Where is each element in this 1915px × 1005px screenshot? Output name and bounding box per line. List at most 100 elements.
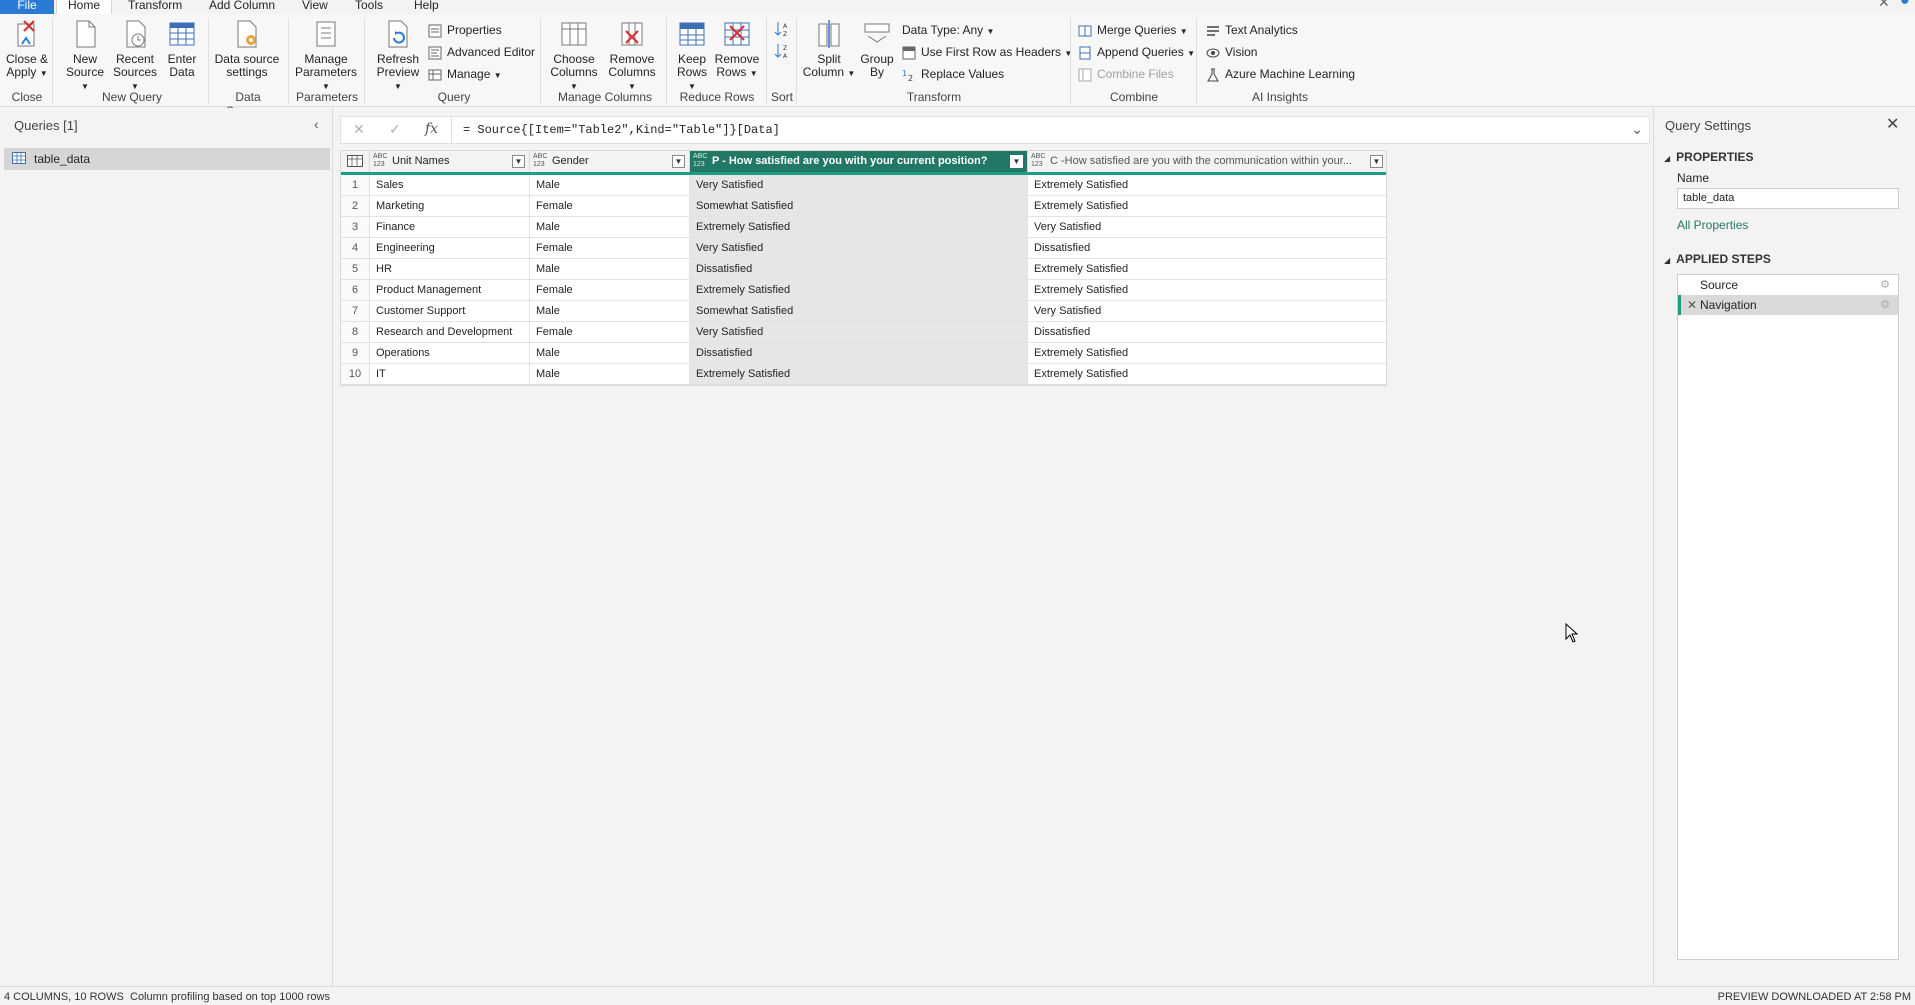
- column-header-communication-satisfaction[interactable]: ABC 123 C -How satisfied are you with the…: [1028, 151, 1387, 172]
- tab-help[interactable]: Help: [414, 0, 439, 14]
- replace-values-button[interactable]: 1 2 Replace Values: [902, 64, 1004, 84]
- close-settings-icon[interactable]: ✕: [1886, 114, 1899, 134]
- split-column-button[interactable]: Split Column ▼: [802, 18, 856, 80]
- type-any-icon[interactable]: ABC 123: [1031, 153, 1045, 169]
- choose-columns-button[interactable]: Choose Columns ▼: [546, 18, 602, 93]
- row-number[interactable]: 4: [341, 238, 370, 258]
- table-cell[interactable]: Female: [530, 196, 690, 216]
- close-apply-button[interactable]: Close & Apply ▼: [4, 18, 50, 80]
- table-cell[interactable]: Somewhat Satisfied: [690, 301, 1028, 321]
- group-by-button[interactable]: Group By: [858, 18, 896, 79]
- collapse-chevron-left-icon[interactable]: ‹: [314, 116, 319, 132]
- applied-steps-section-header[interactable]: ◢ APPLIED STEPS: [1664, 252, 1771, 266]
- table-cell[interactable]: Extremely Satisfied: [1028, 280, 1387, 300]
- table-cell[interactable]: Sales: [370, 175, 530, 195]
- table-cell[interactable]: Male: [530, 259, 690, 279]
- table-cell[interactable]: Very Satisfied: [690, 322, 1028, 342]
- merge-queries-button[interactable]: Merge Queries ▼: [1078, 20, 1188, 40]
- table-cell[interactable]: Extremely Satisfied: [1028, 343, 1387, 363]
- row-number[interactable]: 10: [341, 364, 370, 384]
- filter-dropdown-icon[interactable]: ▼: [1010, 155, 1023, 168]
- table-cell[interactable]: Dissatisfied: [1028, 322, 1387, 342]
- table-cell[interactable]: Somewhat Satisfied: [690, 196, 1028, 216]
- manage-parameters-button[interactable]: Manage Parameters ▼: [294, 18, 358, 93]
- data-type-dropdown[interactable]: Data Type: Any ▼: [902, 20, 994, 40]
- vision-button[interactable]: Vision: [1206, 42, 1257, 62]
- step-navigation[interactable]: ✕ Navigation ⚙: [1678, 295, 1898, 315]
- row-number[interactable]: 8: [341, 322, 370, 342]
- remove-rows-button[interactable]: Remove Rows ▼: [714, 18, 760, 80]
- query-item-table-data[interactable]: table_data: [4, 148, 330, 170]
- cancel-formula-icon[interactable]: ✕: [353, 121, 365, 138]
- step-gear-icon[interactable]: ⚙: [1880, 275, 1890, 295]
- use-first-row-headers-button[interactable]: Use First Row as Headers ▼: [902, 42, 1072, 62]
- table-cell[interactable]: Male: [530, 301, 690, 321]
- expand-formula-chevron-down-icon[interactable]: ⌄: [1631, 121, 1643, 138]
- commit-formula-icon[interactable]: ✓: [389, 121, 401, 138]
- step-gear-icon[interactable]: ⚙: [1880, 295, 1890, 315]
- all-properties-link[interactable]: All Properties: [1677, 218, 1748, 232]
- advanced-editor-button[interactable]: Advanced Editor: [428, 42, 535, 62]
- filter-dropdown-icon[interactable]: ▼: [1370, 155, 1383, 168]
- keep-rows-button[interactable]: Keep Rows ▼: [672, 18, 712, 93]
- text-analytics-button[interactable]: Text Analytics: [1206, 20, 1298, 40]
- table-cell[interactable]: Extremely Satisfied: [1028, 196, 1387, 216]
- table-cell[interactable]: Extremely Satisfied: [690, 364, 1028, 384]
- tab-add-column[interactable]: Add Column: [209, 0, 275, 14]
- table-cell[interactable]: Dissatisfied: [690, 259, 1028, 279]
- append-queries-button[interactable]: Append Queries ▼: [1078, 42, 1195, 62]
- row-number[interactable]: 3: [341, 217, 370, 237]
- row-number[interactable]: 7: [341, 301, 370, 321]
- step-source[interactable]: Source ⚙: [1678, 275, 1898, 295]
- table-cell[interactable]: Extremely Satisfied: [1028, 259, 1387, 279]
- new-source-button[interactable]: New Source ▼: [62, 18, 108, 93]
- table-cell[interactable]: Female: [530, 238, 690, 258]
- table-cell[interactable]: Extremely Satisfied: [1028, 175, 1387, 195]
- manage-button[interactable]: Manage ▼: [428, 64, 502, 84]
- help-circle-icon[interactable]: ●: [1900, 0, 1910, 10]
- table-cell[interactable]: Male: [530, 217, 690, 237]
- tab-transform[interactable]: Transform: [128, 0, 182, 14]
- combine-files-button[interactable]: Combine Files: [1078, 64, 1174, 84]
- table-cell[interactable]: Marketing: [370, 196, 530, 216]
- fx-icon[interactable]: fx: [425, 121, 438, 137]
- table-cell[interactable]: Operations: [370, 343, 530, 363]
- remove-columns-button[interactable]: Remove Columns ▼: [604, 18, 660, 93]
- row-number[interactable]: 2: [341, 196, 370, 216]
- type-any-icon[interactable]: ABC 123: [373, 153, 387, 169]
- tab-home[interactable]: Home: [56, 0, 112, 14]
- table-cell[interactable]: Very Satisfied: [690, 238, 1028, 258]
- enter-data-button[interactable]: Enter Data: [162, 18, 202, 79]
- data-source-settings-button[interactable]: Data source settings: [212, 18, 282, 79]
- table-cell[interactable]: Dissatisfied: [1028, 238, 1387, 258]
- sort-ascending-button[interactable]: AZ: [774, 18, 797, 38]
- table-cell[interactable]: Extremely Satisfied: [1028, 364, 1387, 384]
- formula-input[interactable]: = Source{[Item="Table2",Kind="Table"]}[D…: [463, 123, 780, 137]
- row-number[interactable]: 1: [341, 175, 370, 195]
- table-cell[interactable]: Extremely Satisfied: [690, 280, 1028, 300]
- delete-step-icon[interactable]: ✕: [1687, 295, 1697, 315]
- table-cell[interactable]: Customer Support: [370, 301, 530, 321]
- table-cell[interactable]: Female: [530, 322, 690, 342]
- table-cell[interactable]: HR: [370, 259, 530, 279]
- row-number[interactable]: 6: [341, 280, 370, 300]
- window-close-icon[interactable]: ✕: [1878, 0, 1890, 11]
- table-cell[interactable]: Engineering: [370, 238, 530, 258]
- sort-descending-button[interactable]: ZA: [774, 40, 797, 60]
- filter-dropdown-icon[interactable]: ▼: [512, 155, 525, 168]
- status-profiling[interactable]: Column profiling based on top 1000 rows: [130, 991, 330, 1003]
- table-cell[interactable]: Female: [530, 280, 690, 300]
- table-cell[interactable]: Extremely Satisfied: [690, 217, 1028, 237]
- tab-view[interactable]: View: [302, 0, 328, 14]
- table-menu-button[interactable]: [341, 151, 370, 172]
- tab-file[interactable]: File: [0, 0, 54, 14]
- column-header-gender[interactable]: ABC 123 Gender ▼: [530, 151, 690, 172]
- properties-button[interactable]: Properties: [428, 20, 502, 40]
- azure-ml-button[interactable]: Azure Machine Learning: [1206, 64, 1355, 84]
- column-header-position-satisfaction[interactable]: ABC 123 P - How satisfied are you with yo…: [690, 151, 1028, 172]
- row-number[interactable]: 9: [341, 343, 370, 363]
- table-cell[interactable]: Dissatisfied: [690, 343, 1028, 363]
- properties-section-header[interactable]: ◢ PROPERTIES: [1664, 150, 1754, 164]
- table-cell[interactable]: Finance: [370, 217, 530, 237]
- type-any-icon[interactable]: ABC 123: [533, 153, 547, 169]
